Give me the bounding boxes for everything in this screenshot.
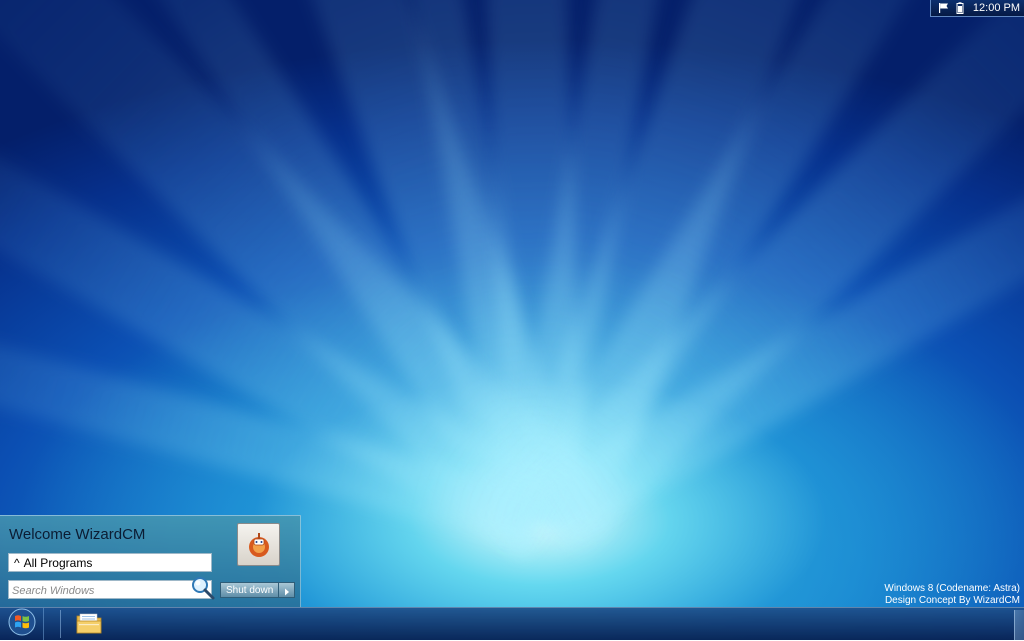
wallpaper-ray bbox=[505, 0, 720, 525]
system-tray: 12:00 PM bbox=[930, 0, 1024, 17]
wallpaper-ray bbox=[474, 0, 585, 521]
search-box[interactable] bbox=[8, 580, 212, 599]
explorer-taskbar-button[interactable] bbox=[72, 610, 106, 640]
welcome-text: Welcome WizardCM bbox=[9, 526, 145, 543]
wallpaper-ray bbox=[0, 0, 599, 559]
wallpaper-ray bbox=[508, 0, 910, 537]
taskbar bbox=[0, 607, 1024, 640]
show-desktop-button[interactable] bbox=[1014, 610, 1024, 640]
folder-icon bbox=[75, 610, 103, 640]
shutdown-options-button[interactable] bbox=[279, 582, 295, 598]
wallpaper-ray bbox=[200, 0, 592, 535]
start-button[interactable] bbox=[0, 608, 44, 640]
watermark-line-1: Windows 8 (Codename: Astra) bbox=[884, 583, 1020, 595]
shutdown-group: Shut down bbox=[220, 582, 295, 598]
battery-icon[interactable] bbox=[954, 2, 966, 14]
chevron-right-icon bbox=[284, 581, 290, 600]
wallpaper-ray bbox=[20, 0, 560, 536]
user-avatar-icon[interactable] bbox=[237, 523, 280, 566]
watermark: Windows 8 (Codename: Astra) Design Conce… bbox=[884, 583, 1020, 607]
taskbar-divider bbox=[60, 610, 61, 638]
all-programs-button[interactable]: ^ All Programs bbox=[8, 553, 212, 572]
wallpaper-ray bbox=[510, 0, 1024, 539]
wallpaper-ray bbox=[518, 0, 1024, 552]
caret-up-icon: ^ bbox=[14, 556, 20, 570]
clock[interactable]: 12:00 PM bbox=[973, 2, 1020, 14]
windows-orb-icon bbox=[7, 607, 37, 641]
all-programs-label: All Programs bbox=[24, 556, 93, 570]
wallpaper-ray bbox=[523, 40, 1024, 551]
flag-icon[interactable] bbox=[938, 2, 950, 14]
wallpaper-ray bbox=[0, 35, 565, 554]
wallpaper-ray bbox=[349, 0, 555, 524]
start-menu: Welcome WizardCM ^ All Programs Shut dow… bbox=[0, 515, 301, 607]
shutdown-button[interactable]: Shut down bbox=[220, 582, 279, 598]
wallpaper-ray bbox=[0, 258, 543, 549]
search-input[interactable] bbox=[9, 581, 194, 600]
search-icon[interactable] bbox=[190, 575, 216, 601]
watermark-line-2: Design Concept By WizardCM bbox=[884, 595, 1020, 607]
